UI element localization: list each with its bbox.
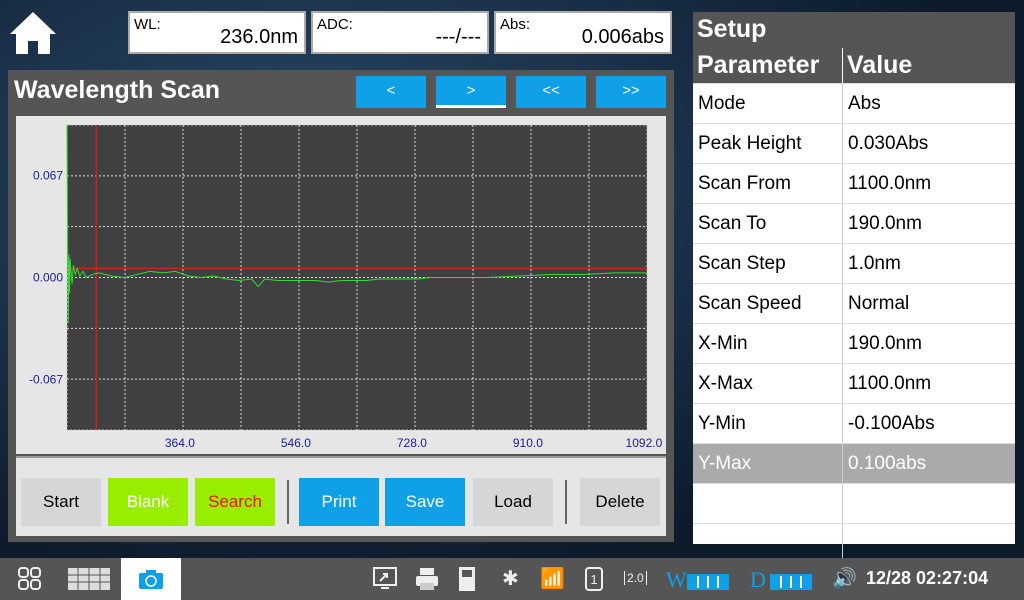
table-row[interactable]: Scan From 1100.0nm bbox=[693, 164, 1015, 204]
wl-value: 236.0nm bbox=[220, 26, 298, 48]
channel-1-icon: 1 bbox=[585, 567, 603, 591]
param-value: 1100.0nm bbox=[848, 173, 932, 194]
empty-row bbox=[693, 484, 1015, 524]
volume-icon[interactable]: 🔊 bbox=[832, 566, 857, 591]
table-row[interactable]: X-Max 1100.0nm bbox=[693, 364, 1015, 404]
col-value: Value bbox=[847, 51, 913, 79]
param-name: Scan Step bbox=[693, 244, 843, 283]
chart-container: 0.067 0.000 -0.067 364.0 546.0 728.0 910.0 1092… bbox=[16, 116, 666, 454]
table-row[interactable]: Peak Height 0.030Abs bbox=[693, 124, 1015, 164]
abs-value: 0.006abs bbox=[581, 26, 664, 48]
taskbar: ✱ 📶 1 2.0 W D 🔊 12/28 02:27:04 bbox=[0, 558, 1024, 600]
camera-icon bbox=[139, 570, 163, 589]
blank-button[interactable]: Blank bbox=[108, 478, 188, 526]
scan-chart[interactable]: 0.067 0.000 -0.067 364.0 546.0 728.0 910.0 1092… bbox=[16, 116, 666, 454]
y-tick-label: 0.000 bbox=[33, 271, 63, 285]
y-tick-label: 0.067 bbox=[33, 168, 63, 182]
load-button[interactable]: Load bbox=[473, 478, 553, 526]
table-row[interactable]: Mode Abs bbox=[693, 84, 1015, 124]
param-value: 1100.0nm bbox=[848, 373, 932, 394]
x-tick-label: 1092.0 bbox=[626, 436, 663, 450]
start-button[interactable]: Start bbox=[21, 478, 101, 526]
divider bbox=[287, 480, 289, 524]
printer-icon[interactable] bbox=[415, 567, 439, 591]
w-lamp-label: W bbox=[666, 567, 687, 592]
param-name: X-Min bbox=[693, 324, 843, 363]
camera-button[interactable] bbox=[121, 558, 181, 600]
delete-button[interactable]: Delete bbox=[580, 478, 660, 526]
param-name: Scan Speed bbox=[693, 284, 843, 323]
table-row[interactable]: X-Min 190.0nm bbox=[693, 324, 1015, 364]
screen-share-icon[interactable] bbox=[373, 567, 397, 591]
col-parameter: Parameter bbox=[693, 48, 843, 83]
table-row[interactable]: Y-Min -0.100Abs bbox=[693, 404, 1015, 444]
first-button[interactable]: << bbox=[516, 76, 586, 108]
table-header: Parameter Value bbox=[693, 48, 1015, 84]
apps-icon[interactable] bbox=[18, 567, 42, 591]
param-name: Scan To bbox=[693, 204, 843, 243]
bluetooth-icon[interactable]: ✱ bbox=[502, 566, 519, 591]
d-lamp-indicator: D bbox=[750, 567, 812, 593]
param-name: X-Max bbox=[693, 364, 843, 403]
param-value: 1.0nm bbox=[848, 253, 901, 274]
x-tick-label: 364.0 bbox=[165, 436, 195, 450]
param-name: Y-Max bbox=[693, 444, 843, 483]
action-bar: Start Blank Search Print Save Load Delet… bbox=[16, 456, 666, 536]
svg-text:1: 1 bbox=[590, 572, 597, 587]
w-lamp-bar bbox=[686, 573, 729, 590]
param-value: 0.100abs bbox=[848, 453, 927, 474]
x-tick-label: 910.0 bbox=[513, 436, 543, 450]
d-lamp-bar bbox=[769, 573, 812, 590]
x-tick-label: 728.0 bbox=[397, 436, 427, 450]
adc-readout: ADC: ---/--- bbox=[311, 11, 489, 54]
param-name: Mode bbox=[693, 84, 843, 123]
adc-value: ---/--- bbox=[435, 26, 481, 48]
print-button[interactable]: Print bbox=[299, 478, 379, 526]
usb-drive-icon[interactable] bbox=[457, 566, 477, 592]
table-row[interactable]: Scan To 190.0nm bbox=[693, 204, 1015, 244]
last-button[interactable]: >> bbox=[596, 76, 666, 108]
keyboard-icon[interactable] bbox=[68, 568, 110, 590]
wifi-icon[interactable]: 📶 bbox=[540, 566, 565, 591]
param-name: Peak Height bbox=[693, 124, 843, 163]
panel-title: Wavelength Scan bbox=[14, 76, 221, 104]
abs-label: Abs: bbox=[500, 16, 531, 33]
setup-table: Setup Parameter Value Mode Abs Peak Height 0… bbox=[693, 12, 1015, 564]
param-value: 190.0nm bbox=[848, 333, 922, 354]
param-value: 0.030Abs bbox=[848, 133, 929, 154]
y-tick-label: -0.067 bbox=[29, 373, 63, 387]
scan-panel: Wavelength Scan < > << >> 0.067 0.000 -0.0… bbox=[8, 70, 674, 542]
version-badge: 2.0 bbox=[624, 571, 647, 585]
param-value: 190.0nm bbox=[848, 213, 922, 234]
adc-label: ADC: bbox=[317, 16, 353, 33]
wavelength-readout: WL: 236.0nm bbox=[128, 11, 306, 54]
search-button[interactable]: Search bbox=[195, 478, 275, 526]
table-row[interactable]: Y-Max 0.100abs bbox=[693, 444, 1015, 484]
prev-button[interactable]: < bbox=[356, 76, 426, 108]
datetime: 12/28 02:27:04 bbox=[866, 568, 989, 588]
home-icon[interactable] bbox=[8, 8, 58, 58]
setup-title: Setup bbox=[693, 12, 1015, 48]
save-button[interactable]: Save bbox=[385, 478, 465, 526]
wl-label: WL: bbox=[134, 16, 161, 33]
abs-readout: Abs: 0.006abs bbox=[494, 11, 672, 54]
param-name: Y-Min bbox=[693, 404, 843, 443]
param-value: Abs bbox=[848, 93, 881, 114]
param-value: Normal bbox=[848, 293, 910, 314]
param-name: Scan From bbox=[693, 164, 843, 203]
w-lamp-indicator: W bbox=[666, 567, 729, 593]
table-row[interactable]: Scan Speed Normal bbox=[693, 284, 1015, 324]
x-tick-label: 546.0 bbox=[281, 436, 311, 450]
next-button[interactable]: > bbox=[436, 76, 506, 108]
divider bbox=[565, 480, 567, 524]
d-lamp-label: D bbox=[750, 567, 766, 592]
param-value: -0.100Abs bbox=[848, 413, 935, 434]
table-row[interactable]: Scan Step 1.0nm bbox=[693, 244, 1015, 284]
